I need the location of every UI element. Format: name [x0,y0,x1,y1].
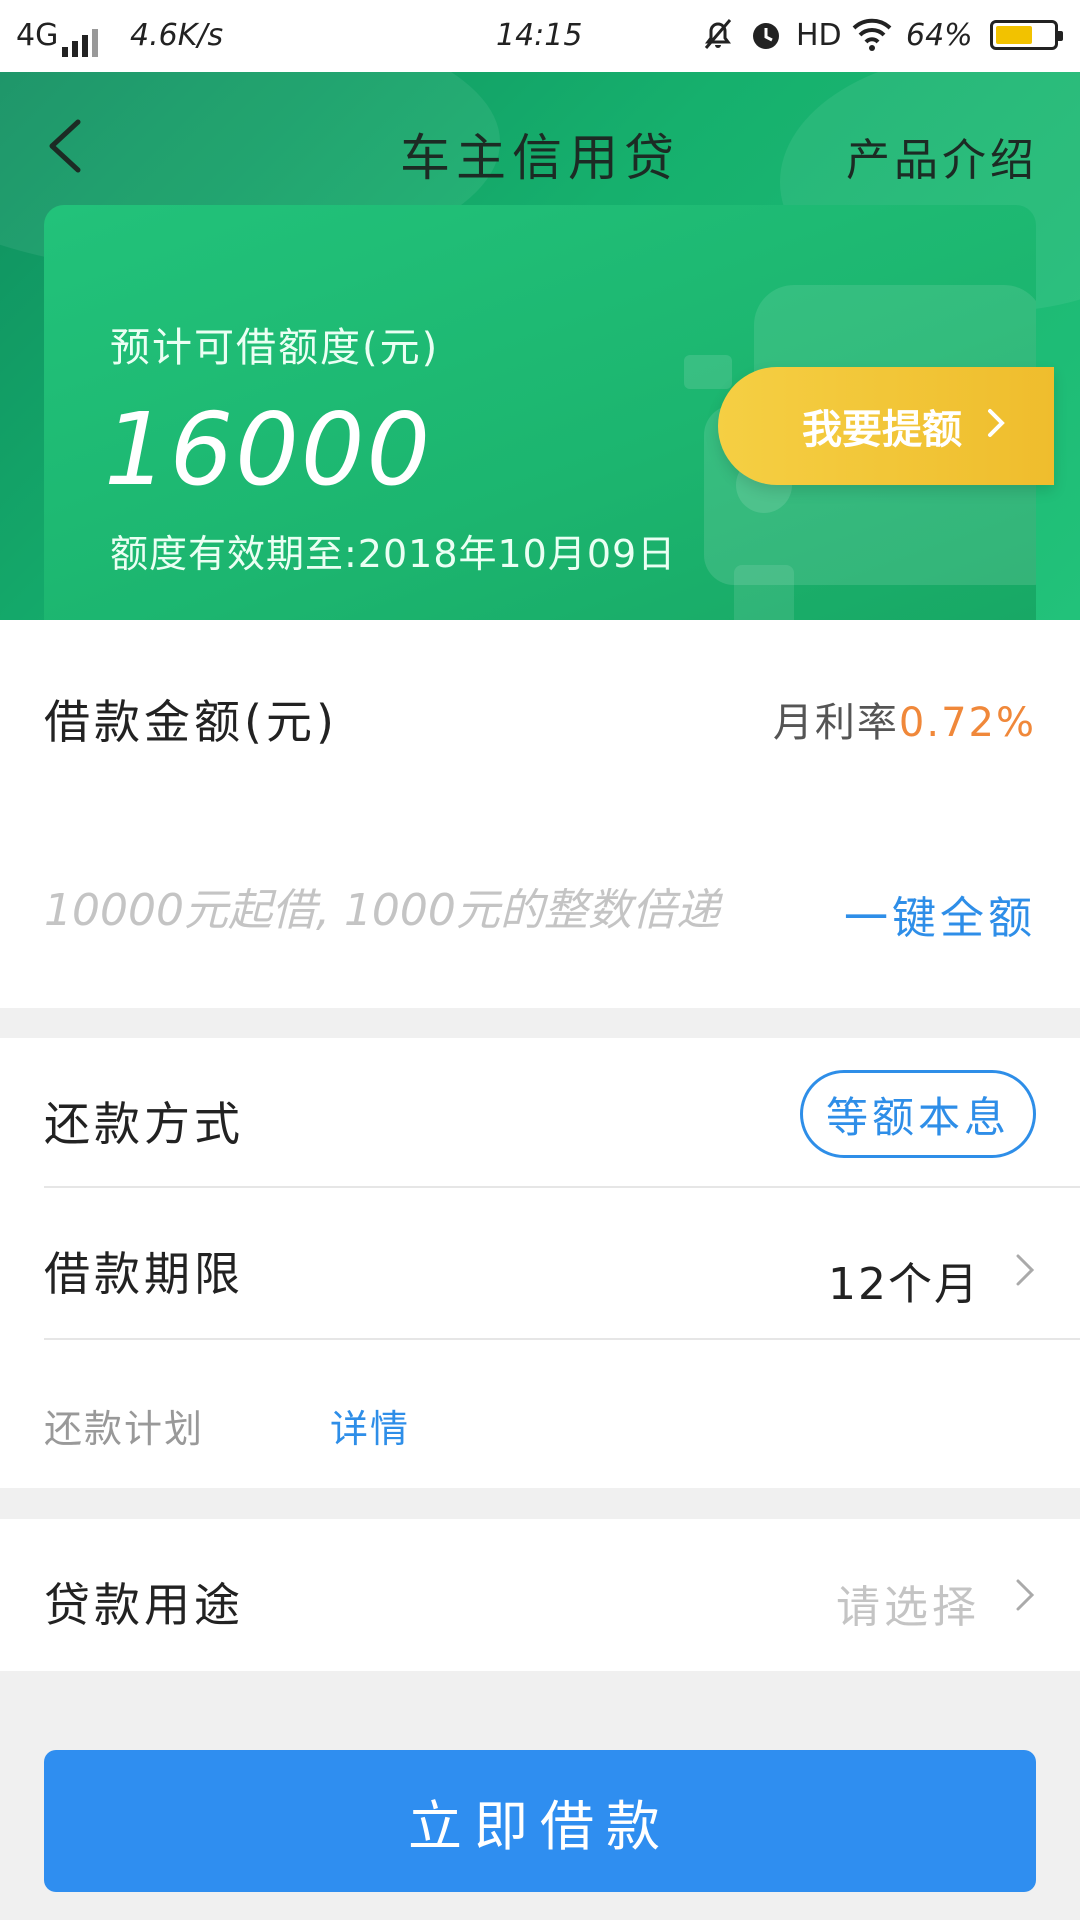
raise-limit-label: 我要提额 [802,407,962,453]
loan-purpose-value[interactable]: 请选择 [836,1571,980,1635]
network-speed: 4.6K/s [130,18,224,53]
credit-limit-label: 预计可借额度(元) [110,325,440,371]
borrow-now-button[interactable]: 立即借款 [44,1750,1036,1892]
network-type: 4G [16,18,59,53]
full-amount-button[interactable]: 一键全额 [844,882,1036,946]
status-bar: 4G 4.6K/s 14:15 HD 64% [0,0,1080,72]
loan-purpose-panel[interactable]: 贷款用途 请选择 [0,1519,1080,1671]
alarm-icon [748,16,784,60]
clock: 14:15 [496,18,583,53]
repayment-plan-label: 还款计划 [44,1407,205,1451]
repayment-method-label: 还款方式 [44,1097,244,1151]
wifi-icon [852,16,892,60]
hd-indicator: HD [796,18,842,53]
loan-term-label: 借款期限 [44,1247,244,1301]
loan-purpose-label: 贷款用途 [44,1578,244,1632]
battery-percent: 64% [906,18,973,53]
signal-icon [62,22,102,57]
repayment-plan-detail-link[interactable]: 详情 [330,1398,410,1453]
credit-limit-amount: 16000 [104,391,433,508]
credit-expiry: 额度有效期至:2018年10月09日 [110,532,677,576]
battery-fill [996,26,1032,44]
rate-value: 0.72% [898,700,1036,746]
loan-amount-panel: 借款金额(元) 月利率0.72% 一键全额 [0,620,1080,1008]
mute-bell-icon [700,16,736,60]
loan-amount-label: 借款金额(元) [44,695,338,749]
product-intro-link[interactable]: 产品介绍 [846,124,1038,188]
repayment-method-option[interactable]: 等额本息 [800,1070,1036,1158]
raise-limit-button[interactable]: 我要提额 [718,367,1054,485]
monthly-rate: 月利率0.72% [773,690,1036,748]
repayment-panel: 还款方式 等额本息 借款期限 12个月 还款计划 详情 [0,1038,1080,1488]
chevron-right-icon[interactable] [1014,1577,1036,1613]
chevron-right-icon [986,403,1006,449]
chevron-right-icon[interactable] [1014,1252,1036,1288]
loan-amount-input[interactable] [44,870,804,950]
loan-term-value[interactable]: 12个月 [828,1248,980,1312]
battery-icon [990,20,1063,50]
rate-label: 月利率 [772,700,899,746]
